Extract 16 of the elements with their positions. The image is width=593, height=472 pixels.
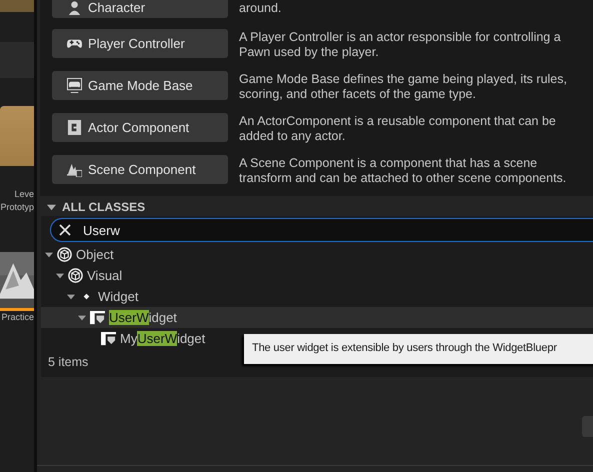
section-title: ALL CLASSES <box>62 200 146 214</box>
class-description: Game Mode Base defines the game being played, its rules, scoring, and other facets of the game type. <box>239 71 568 102</box>
class-description: around. <box>239 0 282 16</box>
class-description: An ActorComponent is a reusable component that can be added to any actor. <box>239 113 557 144</box>
asset-label: Leve <box>14 188 34 201</box>
class-name: MyUserWidget <box>120 331 206 346</box>
asset-label: Prototyp <box>0 201 34 214</box>
class-description: A Scene Component is a component that has a scene transform and can be attached to other scene components. <box>239 155 568 186</box>
asset-label: Practice <box>1 311 34 324</box>
item-count: 5 items <box>47 354 88 371</box>
class-name: Widget <box>98 289 138 304</box>
tooltip: The user widget is extensible by users through the WidgetBluepr <box>244 334 593 364</box>
class-name: Visual <box>87 268 122 283</box>
class-name: Object <box>76 247 114 262</box>
class-name: UserWidget <box>109 310 177 325</box>
class-description: A Player Controller is an actor responsible for controlling a Pawn used by the player. <box>239 29 562 60</box>
